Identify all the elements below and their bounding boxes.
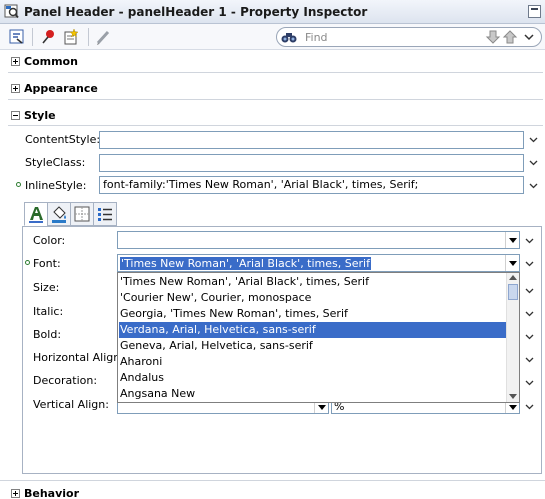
section-style[interactable]: Style [0, 106, 545, 126]
style-class-field[interactable] [99, 154, 524, 172]
list-item[interactable]: Aharoni [119, 354, 507, 370]
scroll-up-icon[interactable] [509, 275, 517, 280]
section-label: Appearance [24, 82, 98, 95]
scroll-down-icon[interactable] [509, 394, 517, 399]
list-item[interactable]: Andalus [119, 370, 507, 386]
font-label: Font: [33, 257, 61, 270]
search-options-chevron-icon[interactable] [521, 29, 537, 45]
border-icon [74, 206, 90, 222]
bold-label: Bold: [33, 328, 62, 341]
font-tab-icon [29, 207, 43, 223]
chevron-down-icon[interactable] [525, 236, 534, 245]
binoculars-icon [281, 33, 297, 43]
list-icon [98, 208, 112, 221]
color-combo[interactable] [117, 231, 520, 249]
window-title: Panel Header - panelHeader 1 - Property … [24, 5, 368, 19]
section-label: Common [24, 55, 78, 68]
list-item[interactable]: 'Times New Roman', 'Arial Black', times,… [119, 274, 507, 290]
chevron-down-icon[interactable] [525, 332, 534, 341]
divider [0, 480, 545, 481]
list-item[interactable]: 'Courier New', Courier, monospace [119, 290, 507, 306]
section-label: Style [24, 109, 56, 122]
collapse-icon[interactable] [11, 111, 20, 120]
pin-icon[interactable] [40, 28, 58, 46]
toolbar-separator [88, 28, 89, 46]
tab-list[interactable] [93, 202, 117, 226]
search-input[interactable] [305, 30, 475, 44]
tab-box[interactable] [70, 202, 94, 226]
scroll-thumb[interactable] [508, 284, 518, 300]
modified-indicator-icon [16, 182, 21, 187]
dropdown-arrow-icon[interactable] [505, 232, 519, 248]
property-inspector-icon [4, 4, 19, 19]
tab-font[interactable] [24, 202, 48, 226]
divider [8, 125, 543, 126]
expand-icon[interactable] [11, 489, 20, 498]
horizontal-align-label: Horizontal Align: [33, 351, 124, 364]
chevron-down-icon[interactable] [525, 402, 534, 411]
style-class-label: StyleClass: [25, 156, 86, 169]
font-dropdown-list[interactable]: 'Times New Roman', 'Arial Black', times,… [117, 272, 520, 403]
title-bar: Panel Header - panelHeader 1 - Property … [0, 0, 545, 24]
style-editor-tabs [22, 202, 544, 228]
color-label: Color: [33, 234, 66, 247]
find-previous-icon[interactable] [502, 29, 518, 45]
chevron-down-icon[interactable] [529, 135, 538, 144]
pencil-icon[interactable] [95, 28, 113, 46]
modified-indicator-icon [25, 260, 30, 265]
chevron-down-icon[interactable] [525, 259, 534, 268]
content-style-field[interactable] [99, 131, 524, 149]
section-behavior[interactable]: Behavior [0, 484, 545, 499]
section-common[interactable]: Common [0, 52, 545, 72]
chevron-down-icon[interactable] [525, 355, 534, 364]
find-next-icon[interactable] [485, 29, 501, 45]
vertical-align-label: Vertical Align: [33, 398, 109, 411]
navigate-icon[interactable] [8, 28, 26, 46]
size-label: Size: [33, 281, 60, 294]
dropdown-arrow-icon[interactable] [505, 255, 519, 271]
divider [8, 99, 543, 100]
decoration-label: Decoration: [33, 374, 98, 387]
chevron-down-icon[interactable] [529, 158, 538, 167]
dropdown-scrollbar[interactable] [506, 273, 519, 402]
chevron-down-icon[interactable] [525, 378, 534, 387]
toolbar [0, 24, 545, 50]
inline-style-field[interactable]: font-family:'Times New Roman', 'Arial Bl… [99, 176, 524, 194]
edit-properties-icon[interactable] [63, 28, 81, 46]
search-box[interactable] [276, 27, 542, 47]
expand-icon[interactable] [11, 84, 20, 93]
expand-icon[interactable] [11, 57, 20, 66]
chevron-down-icon[interactable] [525, 286, 534, 295]
list-item-selected[interactable]: Verdana, Arial, Helvetica, sans-serif [119, 322, 507, 338]
list-item[interactable]: Georgia, 'Times New Roman', times, Serif [119, 306, 507, 322]
section-label: Behavior [24, 487, 80, 499]
chevron-down-icon[interactable] [529, 181, 538, 190]
divider [8, 72, 543, 73]
paint-bucket-icon [52, 206, 66, 223]
font-value[interactable]: 'Times New Roman', 'Arial Black', times,… [120, 257, 371, 270]
maximize-button[interactable] [528, 5, 541, 18]
inline-style-label: InlineStyle: [25, 179, 87, 192]
font-combo[interactable]: 'Times New Roman', 'Arial Black', times,… [117, 254, 520, 272]
chevron-down-icon[interactable] [525, 309, 534, 318]
list-item[interactable]: Angsana New [119, 386, 507, 402]
tab-background[interactable] [47, 202, 71, 226]
content-style-label: ContentStyle: [25, 133, 101, 146]
toolbar-separator [32, 28, 33, 46]
section-appearance[interactable]: Appearance [0, 79, 545, 99]
italic-label: Italic: [33, 305, 64, 318]
list-item[interactable]: Geneva, Arial, Helvetica, sans-serif [119, 338, 507, 354]
